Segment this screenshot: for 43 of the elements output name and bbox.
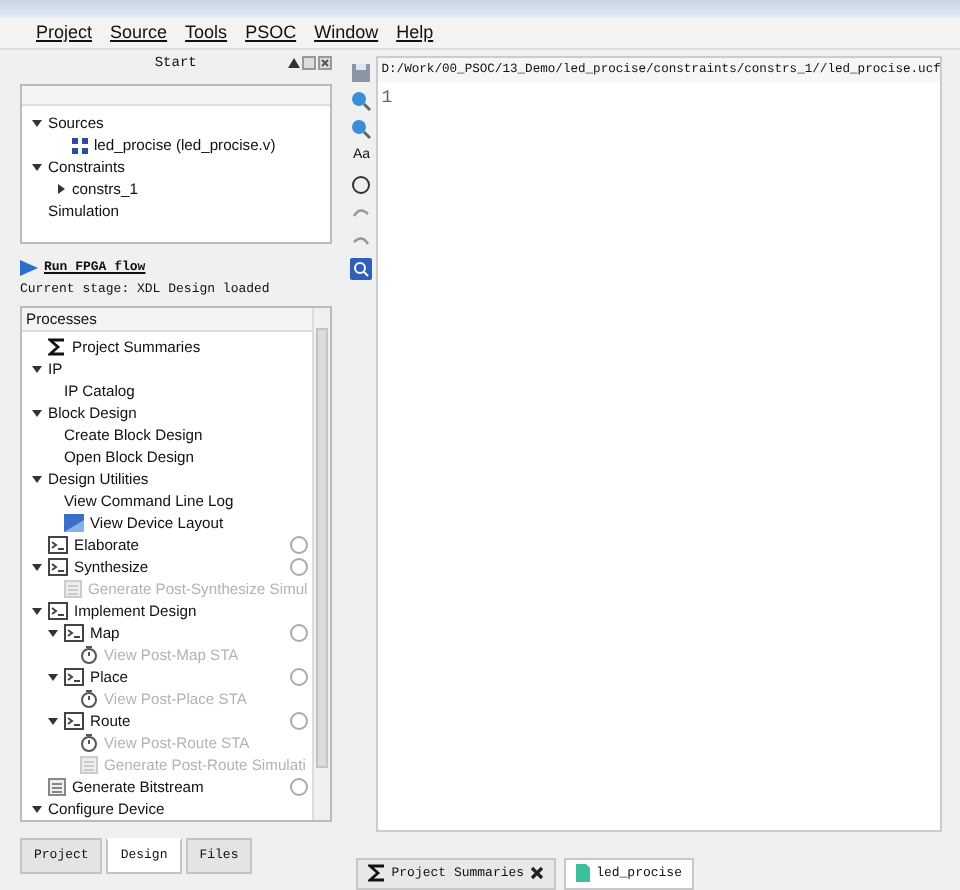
line-number: 1 bbox=[379, 86, 395, 112]
terminal-icon[interactable] bbox=[48, 535, 68, 554]
expanded-arrow-icon[interactable] bbox=[32, 118, 42, 128]
expanded-arrow-icon[interactable] bbox=[32, 407, 42, 418]
scrollbar[interactable] bbox=[311, 307, 330, 820]
menu-item[interactable]: Project bbox=[36, 19, 93, 47]
menu-item[interactable]: Help bbox=[396, 19, 434, 47]
terminal-icon[interactable] bbox=[48, 601, 68, 620]
refresh-icon[interactable] bbox=[350, 173, 373, 195]
run-icon[interactable] bbox=[20, 259, 38, 275]
expanded-arrow-icon[interactable] bbox=[48, 671, 58, 682]
search-icon[interactable] bbox=[350, 257, 373, 279]
menu-item[interactable]: Tools bbox=[185, 19, 228, 47]
menu-item[interactable]: Source bbox=[110, 19, 168, 47]
terminal-icon[interactable] bbox=[48, 557, 68, 576]
sigma-icon[interactable] bbox=[367, 864, 386, 883]
terminal-icon[interactable] bbox=[64, 667, 84, 686]
expanded-arrow-icon[interactable] bbox=[32, 363, 42, 374]
sigma-icon[interactable] bbox=[48, 337, 66, 356]
device-layout-icon[interactable] bbox=[64, 513, 84, 532]
zoom-in-icon[interactable] bbox=[350, 90, 373, 112]
stopwatch-icon[interactable] bbox=[80, 733, 98, 752]
menu-item[interactable]: Window bbox=[314, 19, 379, 47]
close-icon[interactable] bbox=[317, 56, 332, 70]
document-icon[interactable] bbox=[48, 777, 66, 796]
module-icon bbox=[72, 137, 88, 153]
close-icon[interactable] bbox=[530, 866, 545, 881]
expanded-arrow-icon[interactable] bbox=[48, 627, 58, 638]
stopwatch-icon[interactable] bbox=[80, 689, 98, 708]
terminal-icon[interactable] bbox=[64, 623, 84, 642]
expanded-arrow-icon[interactable] bbox=[32, 605, 42, 616]
expanded-arrow-icon[interactable] bbox=[32, 473, 42, 484]
collapsed-arrow-icon[interactable] bbox=[56, 184, 66, 194]
stopwatch-icon[interactable] bbox=[80, 645, 98, 664]
zoom-out-icon[interactable] bbox=[350, 118, 373, 140]
save-icon[interactable] bbox=[350, 62, 373, 84]
expanded-arrow-icon[interactable] bbox=[32, 162, 42, 172]
expanded-arrow-icon[interactable] bbox=[48, 715, 58, 726]
menu-item[interactable]: PSOC bbox=[245, 19, 297, 47]
expanded-arrow-icon[interactable] bbox=[32, 803, 42, 814]
terminal-icon[interactable] bbox=[64, 711, 84, 730]
expanded-arrow-icon[interactable] bbox=[32, 561, 42, 572]
collapse-icon[interactable] bbox=[287, 58, 300, 68]
